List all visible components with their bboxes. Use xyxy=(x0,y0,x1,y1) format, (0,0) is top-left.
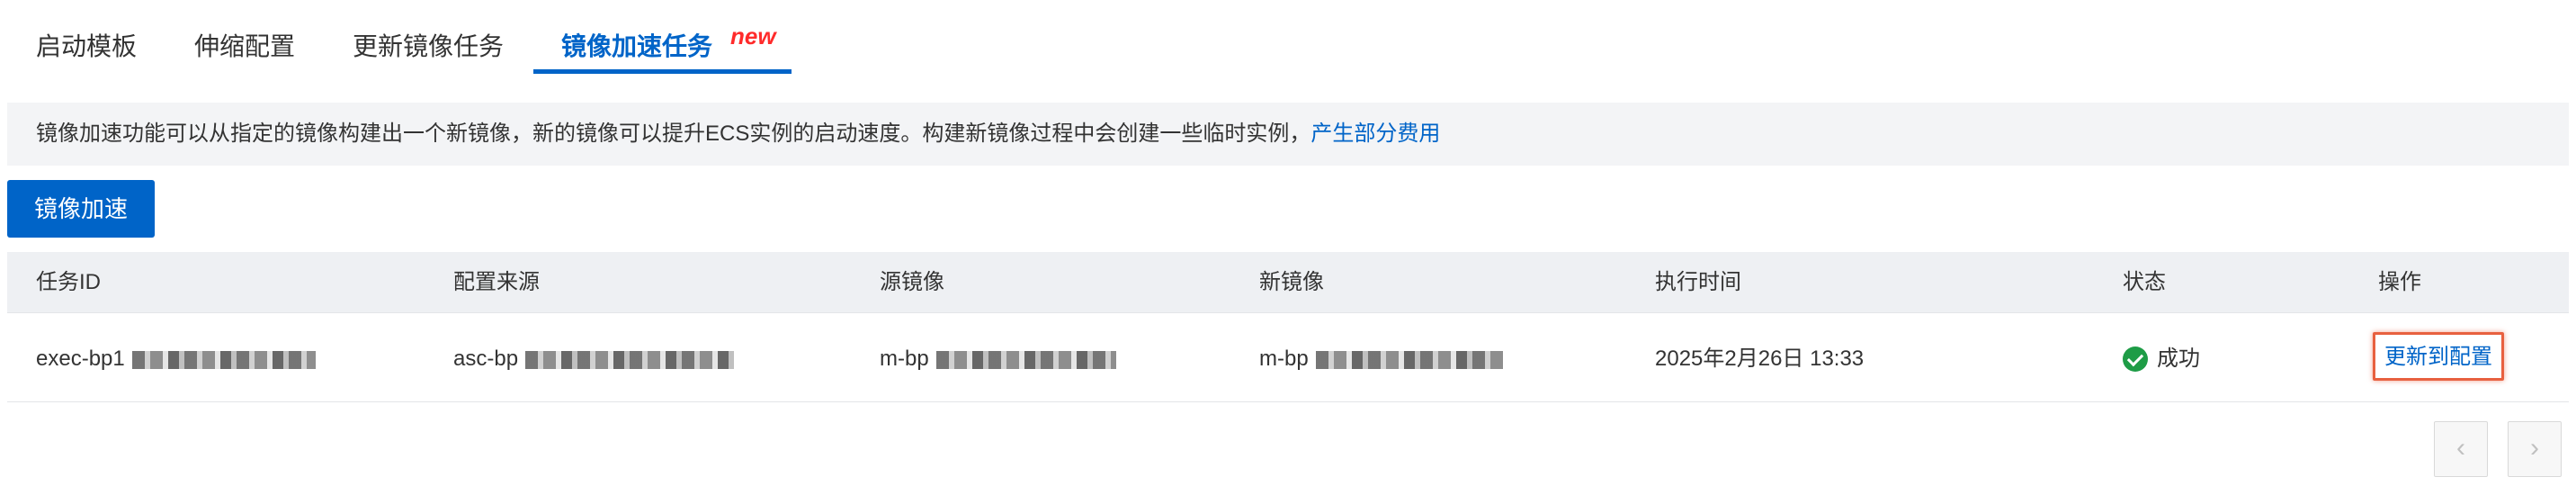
tab-update-image-task[interactable]: 更新镜像任务 xyxy=(353,29,504,65)
cost-link[interactable]: 产生部分费用 xyxy=(1310,122,1440,146)
tab-launch-template[interactable]: 启动模板 xyxy=(36,29,137,65)
tab-label: 镜像加速任务 xyxy=(561,32,713,60)
page: 启动模板 伸缩配置 更新镜像任务 镜像加速任务 new 镜像加速功能可以从指定的… xyxy=(0,0,2576,486)
tab-scaling-config[interactable]: 伸缩配置 xyxy=(194,29,295,65)
column-header-status: 状态 xyxy=(2123,270,2166,294)
redacted-mask xyxy=(525,350,735,369)
cell-new-image: m-bp xyxy=(1259,343,1503,375)
column-header-source-image: 源镜像 xyxy=(880,270,944,294)
source-image-text: m-bp xyxy=(880,346,929,371)
config-source-text: asc-bp xyxy=(453,346,519,371)
column-header-new-image: 新镜像 xyxy=(1259,270,1324,294)
column-header-task-id: 任务ID xyxy=(36,270,101,294)
success-check-icon xyxy=(2123,346,2148,372)
cell-task-id: exec-bp1 xyxy=(36,343,316,375)
table-header: 任务ID 配置来源 源镜像 新镜像 执行时间 状态 操作 xyxy=(7,252,2569,313)
redacted-mask xyxy=(131,350,316,369)
column-header-actions: 操作 xyxy=(2378,270,2421,294)
tab-label: 伸缩配置 xyxy=(194,32,296,60)
cell-status: 成功 xyxy=(2123,343,2200,375)
redacted-mask xyxy=(1315,350,1503,369)
new-badge: new xyxy=(730,22,776,50)
cell-source-image: m-bp xyxy=(880,343,1116,375)
cell-exec-time: 2025年2月26日 13:33 xyxy=(1655,346,1865,371)
task-id-text: exec-bp1 xyxy=(36,346,125,371)
notice-message: 镜像加速功能可以从指定的镜像构建出一个新镜像，新的镜像可以提升ECS实例的启动速… xyxy=(36,122,1311,146)
chevron-right-icon: › xyxy=(2530,433,2539,463)
image-acceleration-button[interactable]: 镜像加速 xyxy=(7,180,155,238)
info-notice: 镜像加速功能可以从指定的镜像构建出一个新镜像，新的镜像可以提升ECS实例的启动速… xyxy=(7,103,2569,166)
chevron-left-icon: ‹ xyxy=(2456,433,2465,463)
column-header-config-source: 配置来源 xyxy=(453,270,540,294)
cell-config-source: asc-bp xyxy=(453,343,735,375)
table-row: exec-bp1 asc-bp m-bp m-bp 2025年2月26日 13:… xyxy=(7,314,2569,402)
tab-bar: 启动模板 伸缩配置 更新镜像任务 镜像加速任务 new xyxy=(0,0,2576,74)
prev-page-button[interactable]: ‹ xyxy=(2434,421,2488,477)
update-to-config-link[interactable]: 更新到配置 xyxy=(2373,332,2504,381)
tab-label: 更新镜像任务 xyxy=(353,32,505,60)
tab-image-acceleration-task[interactable]: 镜像加速任务 new xyxy=(561,22,776,65)
active-tab-indicator xyxy=(533,69,792,74)
new-image-text: m-bp xyxy=(1259,346,1309,371)
tab-label: 启动模板 xyxy=(36,32,138,60)
status-text: 成功 xyxy=(2157,346,2200,371)
next-page-button[interactable]: › xyxy=(2508,421,2562,477)
notice-text: 镜像加速功能可以从指定的镜像构建出一个新镜像，新的镜像可以提升ECS实例的启动速… xyxy=(36,119,1440,149)
column-header-exec-time: 执行时间 xyxy=(1655,270,1741,294)
redacted-mask xyxy=(935,350,1116,369)
